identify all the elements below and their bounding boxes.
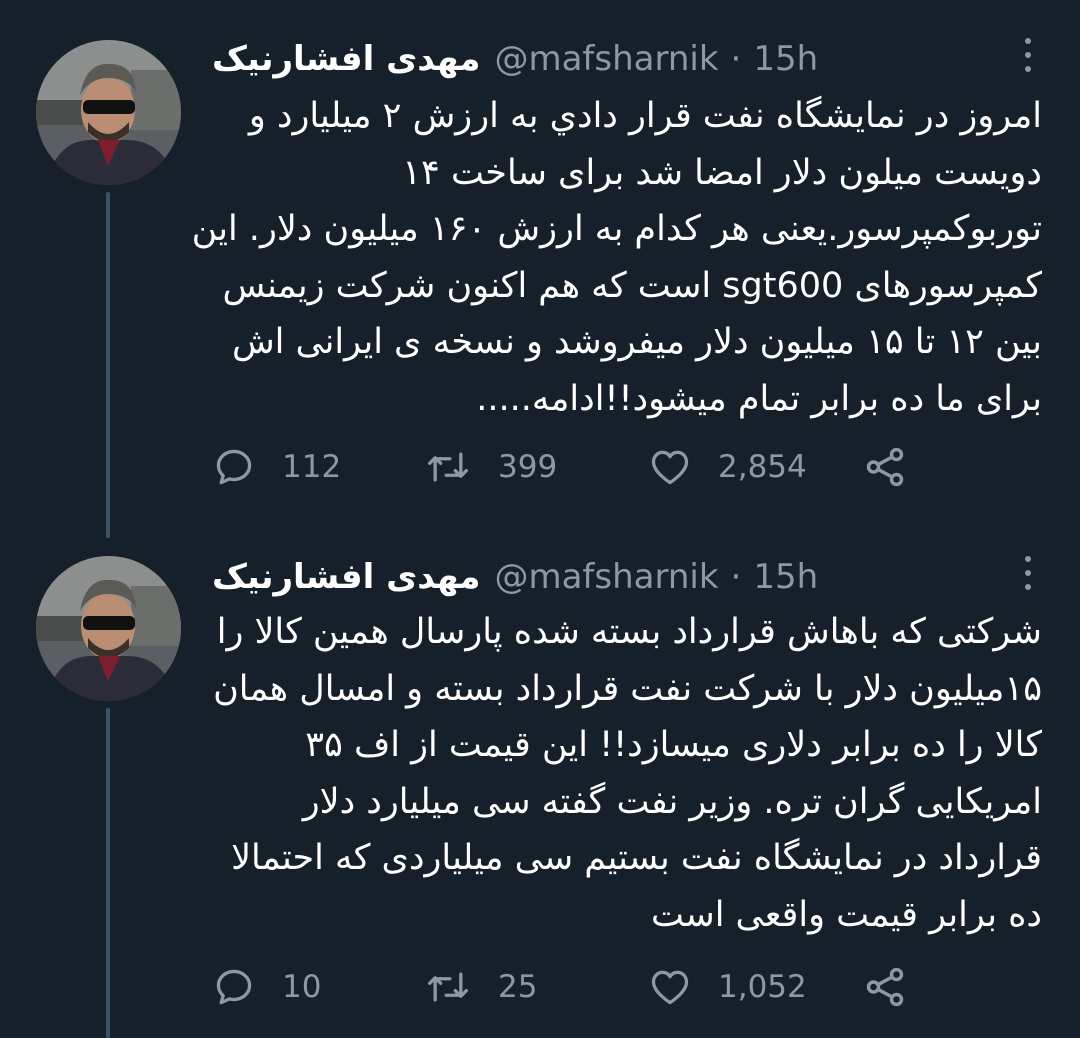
tweet-text-line: توربوکمپرسور.یعنی هر کدام به ارزش ۱۶۰ می…	[191, 209, 1042, 249]
share-icon	[866, 967, 904, 1007]
tweet-text-line: قرارداد در نمایشگاه نفت بستیم سی میلیارد…	[231, 838, 1042, 878]
author-name[interactable]: مهدی افشارنیک	[212, 557, 480, 597]
separator-dot: ·	[730, 39, 742, 79]
reply-count: 112	[282, 449, 342, 485]
avatar[interactable]	[36, 556, 181, 701]
share-button[interactable]	[862, 442, 908, 492]
author-handle[interactable]: @mafsharnik	[494, 39, 718, 79]
like-count: 1,052	[718, 969, 807, 1005]
tweet-text-line: شرکتی که باهاش قرارداد بسته شده پارسال ه…	[216, 612, 1042, 652]
tweet-actions: 10 25 1,052	[212, 962, 912, 1012]
tweet-time[interactable]: 15h	[753, 557, 818, 597]
author-name[interactable]: مهدی افشارنیک	[212, 39, 480, 79]
reply-icon	[216, 449, 252, 485]
tweet-header: مهدی افشارنیک @mafsharnik · 15h	[212, 34, 818, 84]
tweet-text-line: امریکایی گران تره. وزیر نفت گفته سی میلی…	[302, 781, 1042, 822]
reply-button[interactable]: 112	[212, 442, 341, 492]
tweet[interactable]: مهدی افشارنیک @mafsharnik · 15h امروز در…	[0, 0, 1080, 540]
heart-icon	[651, 970, 689, 1005]
tweet-text-line: بین ۱۲ تا ۱۵ میلیون دلار میفروشد و نسخه …	[231, 322, 1042, 362]
separator-dot: ·	[730, 557, 742, 597]
retweet-icon	[428, 452, 468, 482]
retweet-button[interactable]: 25	[424, 962, 537, 1012]
tweet-actions: 112 399 2,854	[212, 442, 912, 492]
tweet-header: مهدی افشارنیک @mafsharnik · 15h	[212, 552, 818, 602]
tweet-text: امروز در نمایشگاه نفت قرار دادي به ارزش …	[191, 88, 1042, 427]
tweet-text-line: ده برابر قیمت واقعی است	[651, 894, 1042, 935]
retweet-icon	[428, 972, 468, 1002]
retweet-button[interactable]: 399	[424, 442, 557, 492]
retweet-count: 25	[498, 969, 538, 1005]
tweet-text: شرکتی که باهاش قرارداد بسته شده پارسال ه…	[212, 604, 1042, 943]
tweet-text-line: کمپرسورهای sgt600 است که هم اکنون شرکت ز…	[222, 265, 1042, 306]
author-handle[interactable]: @mafsharnik	[494, 557, 718, 597]
share-icon	[866, 447, 904, 487]
like-button[interactable]: 1,052	[648, 962, 807, 1012]
tweet-thread: مهدی افشارنیک @mafsharnik · 15h امروز در…	[0, 0, 1080, 1038]
tweet-time[interactable]: 15h	[753, 39, 818, 79]
retweet-count: 399	[498, 449, 558, 485]
heart-icon	[651, 450, 689, 485]
tweet-text-line: دویست میلون دلار امضا شد برای ساخت ۱۴	[402, 152, 1042, 193]
tweet-text-line: کالا را ده برابر دلاری میسازد!! این قیمت…	[305, 725, 1042, 765]
like-button[interactable]: 2,854	[648, 442, 807, 492]
tweet-text-line: امروز در نمایشگاه نفت قرار دادي به ارزش …	[248, 96, 1042, 136]
more-options-icon[interactable]	[1022, 38, 1034, 72]
tweet-text-line: ۱۵میلیون دلار با شرکت نفت قرارداد بسته و…	[213, 668, 1042, 709]
avatar[interactable]	[36, 40, 181, 185]
more-options-icon[interactable]	[1022, 556, 1034, 590]
tweet-text-line: برای ما ده برابر تمام میشود!!ادامه.....	[476, 378, 1042, 419]
like-count: 2,854	[718, 449, 807, 485]
share-button[interactable]	[862, 962, 908, 1012]
reply-icon	[216, 969, 252, 1005]
reply-button[interactable]: 10	[212, 962, 321, 1012]
tweet[interactable]: مهدی افشارنیک @mafsharnik · 15h شرکتی که…	[0, 540, 1080, 1038]
reply-count: 10	[282, 969, 322, 1005]
